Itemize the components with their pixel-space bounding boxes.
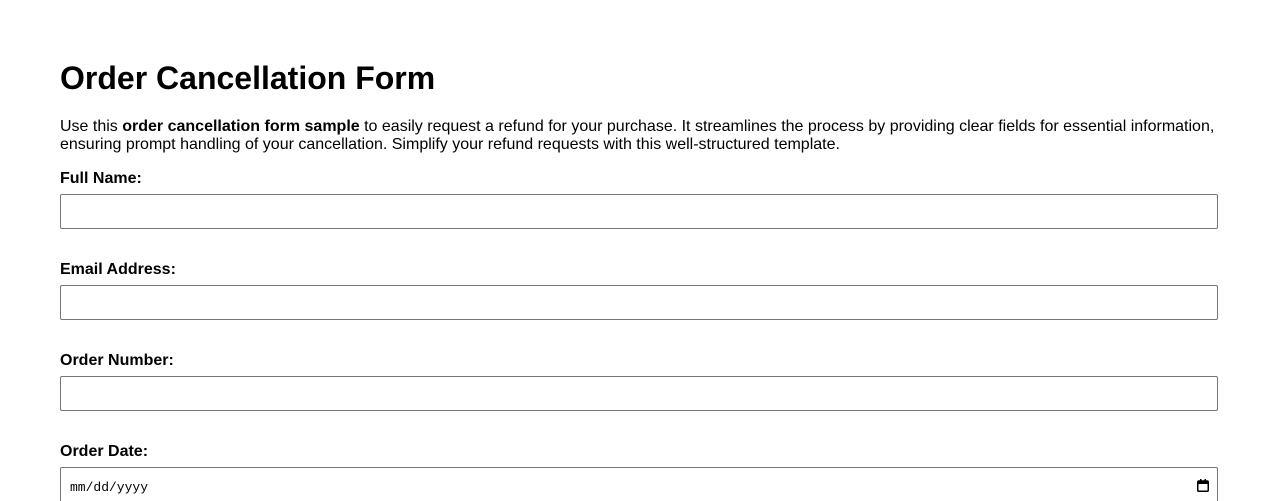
description-highlight: order cancellation form sample [122,118,360,135]
page-title: Order Cancellation Form [60,60,436,96]
description-prefix: Use this [60,118,123,135]
order-number-input[interactable] [60,376,1218,411]
order-date-placeholder: mm/dd/yyyy [70,479,149,495]
order-number-label: Order Number: [60,352,174,369]
email-address-label: Email Address: [60,261,176,278]
page: Order Cancellation Form Use this order c… [0,0,1278,501]
form-description: Use this order cancellation form sample … [60,118,1230,154]
full-name-input[interactable] [60,194,1218,229]
order-date-input[interactable]: mm/dd/yyyy [60,467,1218,501]
email-address-input[interactable] [60,285,1218,320]
calendar-icon[interactable] [1197,478,1209,492]
order-date-label: Order Date: [60,443,149,460]
full-name-label: Full Name: [60,170,142,187]
